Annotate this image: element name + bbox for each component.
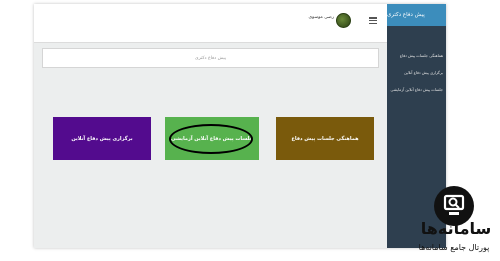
sidebar-item-online-defense[interactable]: برگزاری پیش دفاع آنلاین [390,70,443,75]
sidebar-item-coordinate-sessions[interactable]: هماهنگی جلسات پیش دفاع [390,53,443,58]
watermark-subtitle: پورتال جامع سامانه‌ها [418,243,490,252]
menu-toggle-icon[interactable] [369,17,377,24]
tile-trial-sessions[interactable]: جلسات پیش دفاع آنلاین آزمایشی [165,117,259,160]
sidebar-title[interactable]: پیش دفاع دکتری [387,4,446,26]
sidebar-item-trial-sessions[interactable]: جلسات پیش دفاع آنلاین آزمایشی [390,87,443,92]
tile-coordinate-sessions[interactable]: هماهنگی جلسات پیش دفاع [276,117,374,160]
app-window: رضی موسوی پیش دفاع دکتری هماهنگی جلسات پ… [34,4,446,248]
watermark-title: سامانه‌ها [420,219,492,238]
top-bar: رضی موسوی [34,4,387,43]
tile-online-defense[interactable]: برگزاری پیش دفاع آنلاین [53,117,151,160]
user-name[interactable]: رضی موسوی [296,15,334,20]
user-avatar[interactable] [336,13,351,28]
page-title-bar: پیش دفاع دکتری [42,48,379,68]
